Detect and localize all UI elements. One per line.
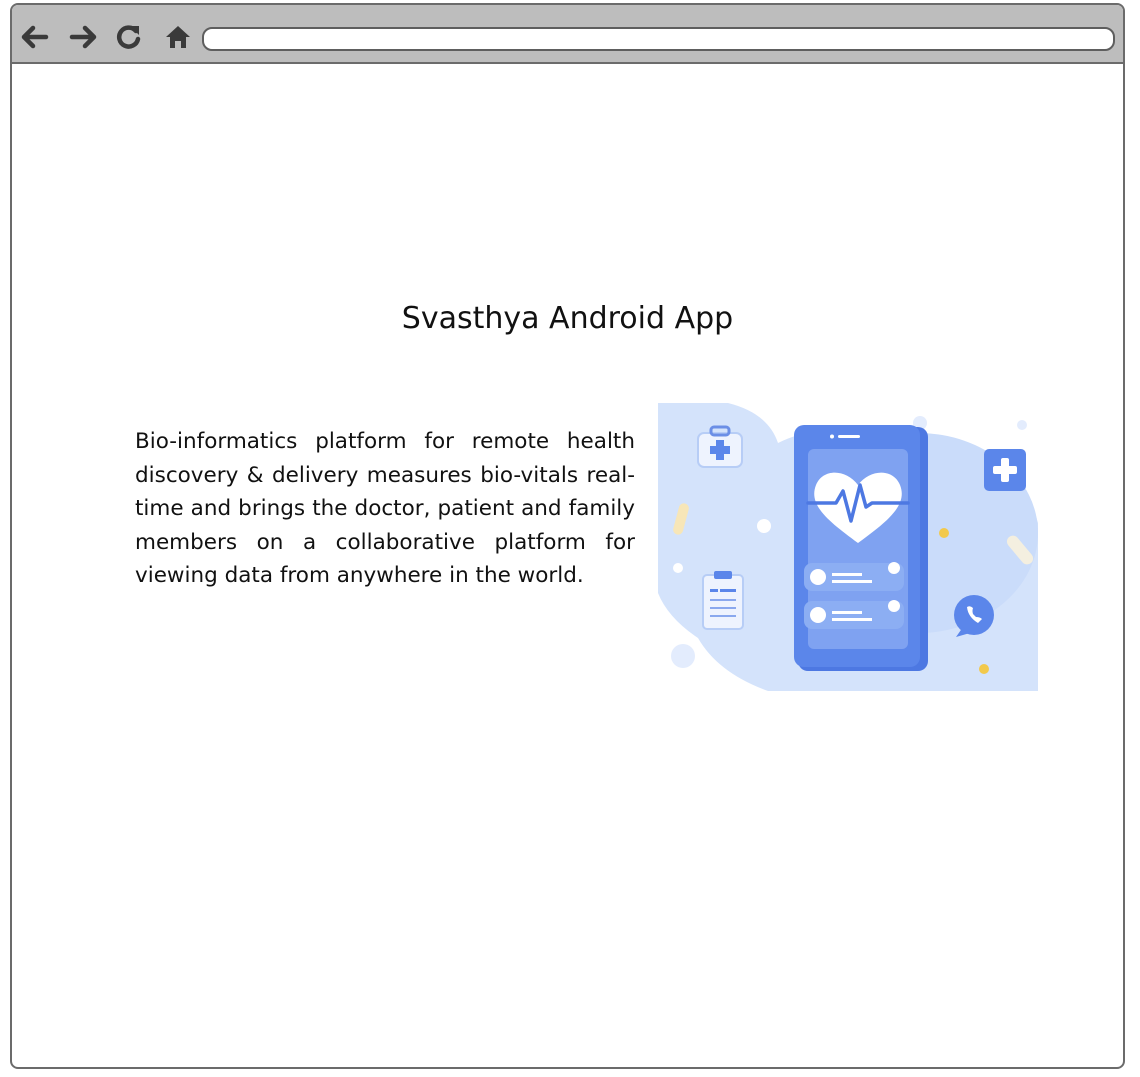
decor-dot [757, 519, 771, 533]
back-button[interactable] [18, 22, 50, 52]
health-app-illustration [658, 403, 1038, 691]
browser-window: Svasthya Android App Bio-informatics pla… [10, 3, 1125, 1069]
decor-dot [1017, 420, 1027, 430]
decor-dot [671, 644, 695, 668]
browser-toolbar [12, 5, 1123, 64]
smartphone [794, 425, 928, 671]
address-bar[interactable] [202, 27, 1115, 51]
page-title: Svasthya Android App [401, 301, 734, 336]
clipboard-icon [702, 571, 744, 630]
decor-dot [939, 528, 949, 538]
decor-dot [979, 664, 989, 674]
home-icon [166, 26, 190, 48]
smartphone-health-illustration [658, 403, 1038, 691]
reload-button[interactable] [113, 22, 145, 52]
app-description: Bio-informatics platform for remote heal… [135, 429, 635, 588]
home-button[interactable] [162, 22, 194, 52]
first-aid-icon [697, 425, 743, 468]
back-arrow-icon [21, 25, 49, 49]
decor-dot [673, 563, 683, 573]
forward-arrow-icon [69, 25, 97, 49]
forward-button[interactable] [68, 22, 100, 52]
medical-plus-icon [984, 449, 1026, 491]
reload-icon [116, 25, 141, 49]
